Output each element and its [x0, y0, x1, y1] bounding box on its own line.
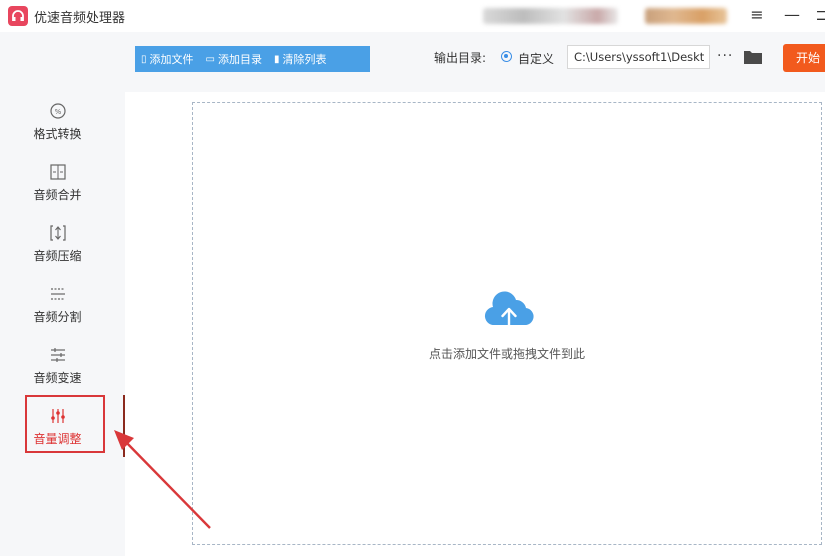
- trash-icon: ▮: [273, 53, 280, 65]
- audio-merge-icon: [49, 164, 66, 180]
- add-file-label: 添加文件: [149, 53, 194, 66]
- add-file-button[interactable]: ▯ 添加文件: [135, 46, 200, 72]
- app-title: 优速音频处理器: [34, 11, 126, 26]
- sidebar-item-label: 音频分割: [33, 310, 82, 324]
- format-convert-icon: %: [49, 103, 66, 119]
- sidebar-item-format-convert[interactable]: % 格式转换: [15, 101, 100, 157]
- audio-split-icon: [50, 288, 65, 300]
- audio-speed-icon: [50, 348, 65, 362]
- drop-hint-text: 点击添加文件或拖拽文件到此: [428, 347, 585, 361]
- blurred-avatar: [645, 8, 727, 24]
- sidebar-item-audio-speed[interactable]: 音频变速: [15, 345, 100, 401]
- svg-text:%: %: [54, 108, 61, 116]
- title-bar: 优速音频处理器 ≡ — ⊐: [0, 0, 825, 32]
- maximize-icon[interactable]: ⊐: [810, 4, 825, 26]
- annotation-highlight-box: [25, 395, 105, 453]
- cloud-upload-icon: [484, 291, 534, 331]
- add-folder-label: 添加目录: [217, 53, 262, 66]
- sidebar-item-audio-merge[interactable]: 音频合并: [15, 162, 100, 218]
- output-path-input[interactable]: [567, 45, 710, 69]
- custom-radio[interactable]: [501, 51, 512, 62]
- toolbar: ▯ 添加文件 ▭ 添加目录 ▮ 清除列表 输出目录: 自定义 ··· 开始: [0, 32, 825, 92]
- blurred-account-info: [483, 8, 618, 24]
- minimize-icon[interactable]: —: [780, 4, 804, 26]
- custom-radio-label[interactable]: 自定义: [518, 50, 554, 67]
- add-folder-button[interactable]: ▭ 添加目录: [200, 46, 268, 72]
- file-action-group: ▯ 添加文件 ▭ 添加目录 ▮ 清除列表: [135, 46, 370, 72]
- app-logo-icon: [8, 6, 28, 26]
- open-folder-icon[interactable]: [744, 50, 762, 64]
- audio-compress-icon: [49, 225, 66, 241]
- clear-list-button[interactable]: ▮ 清除列表: [268, 46, 333, 72]
- output-dir-label: 输出目录:: [434, 51, 487, 65]
- sidebar-item-label: 音频压缩: [33, 249, 82, 263]
- hamburger-menu-icon[interactable]: ≡: [745, 4, 769, 26]
- annotation-arrow-icon: [114, 430, 211, 529]
- sidebar-item-audio-compress[interactable]: 音频压缩: [15, 223, 100, 279]
- sidebar-item-label: 音频变速: [33, 371, 82, 385]
- sidebar-item-audio-split[interactable]: 音频分割: [15, 284, 100, 340]
- file-drop-zone[interactable]: 点击添加文件或拖拽文件到此: [192, 102, 822, 545]
- folder-outline-icon: ▭: [205, 53, 215, 65]
- clear-list-label: 清除列表: [282, 53, 327, 66]
- sidebar-item-label: 音频合并: [33, 188, 82, 202]
- start-button[interactable]: 开始: [783, 44, 825, 72]
- browse-more-button[interactable]: ···: [717, 48, 733, 64]
- sidebar-item-label: 格式转换: [33, 127, 82, 141]
- file-icon: ▯: [141, 53, 147, 65]
